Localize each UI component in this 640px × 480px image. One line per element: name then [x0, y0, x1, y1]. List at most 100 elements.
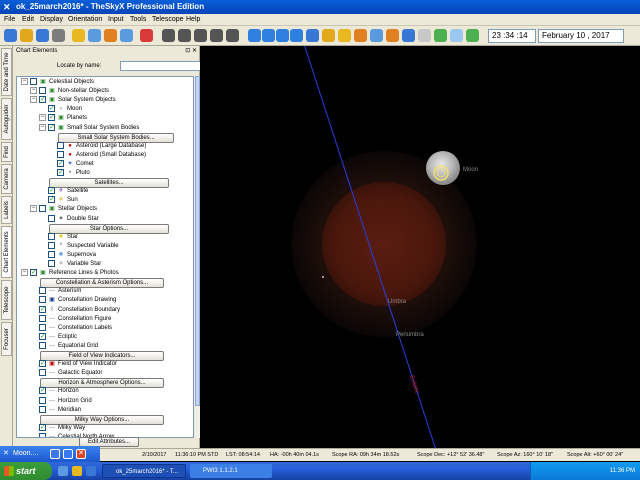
tree-item[interactable]: − ▣ Celestial Objects: [21, 78, 94, 87]
tree-item[interactable]: ✶ Double Star: [39, 214, 99, 224]
menu-file[interactable]: File: [4, 15, 15, 25]
expand-toggle-icon[interactable]: −: [21, 78, 28, 85]
visibility-checkbox[interactable]: [39, 287, 46, 295]
tree-item[interactable]: — Asterism: [30, 287, 81, 296]
moon-window-minimized[interactable]: ✕ Moon.... ✕: [0, 446, 100, 462]
tool-button[interactable]: [354, 29, 367, 42]
visibility-checkbox[interactable]: [30, 78, 37, 85]
menu-tools[interactable]: Tools: [130, 15, 146, 25]
tool-button[interactable]: [210, 29, 223, 42]
tab-autoguider[interactable]: Autoguider: [1, 98, 12, 140]
tree-item[interactable]: • Pluto: [48, 168, 90, 178]
tab-telescope[interactable]: Telescope: [1, 280, 12, 320]
visibility-checkbox[interactable]: [39, 432, 46, 437]
tool-button[interactable]: [370, 29, 383, 42]
tree-item[interactable]: ✈Satellite: [39, 186, 88, 196]
visibility-checkbox[interactable]: [57, 159, 64, 168]
menu-help[interactable]: Help: [186, 15, 200, 25]
tree-item[interactable]: —Milky Way: [30, 423, 85, 433]
tool-button[interactable]: [290, 29, 303, 42]
visibility-checkbox[interactable]: [39, 369, 46, 377]
start-button[interactable]: start: [0, 462, 52, 480]
visibility-checkbox[interactable]: [39, 87, 46, 95]
tool-button[interactable]: [140, 29, 153, 42]
taskbar-item-pwi3[interactable]: PWI3 1.1.2.1: [190, 464, 272, 478]
visibility-checkbox[interactable]: [48, 241, 55, 249]
visibility-checkbox[interactable]: [48, 104, 55, 113]
visibility-checkbox[interactable]: [39, 359, 46, 368]
date-field[interactable]: February 10 , 2017: [538, 29, 624, 43]
visibility-checkbox[interactable]: [57, 141, 64, 149]
tool-button[interactable]: [386, 29, 399, 42]
visibility-checkbox[interactable]: [39, 405, 46, 413]
tool-button[interactable]: [36, 29, 49, 42]
tool-button[interactable]: [88, 29, 101, 42]
pin-icon[interactable]: ⊡: [185, 48, 190, 54]
visibility-checkbox[interactable]: [48, 250, 55, 258]
visibility-checkbox[interactable]: [39, 95, 46, 104]
tree-item[interactable]: ✺ Supernova: [39, 250, 96, 260]
tool-button[interactable]: [402, 29, 415, 42]
visibility-checkbox[interactable]: [48, 260, 55, 267]
expand-toggle-icon[interactable]: −: [30, 96, 37, 104]
visibility-checkbox[interactable]: [48, 123, 55, 132]
tool-button[interactable]: [226, 29, 239, 42]
tool-button[interactable]: [322, 29, 335, 42]
tree-item[interactable]: —Ecliptic: [30, 332, 77, 342]
visibility-checkbox[interactable]: [39, 423, 46, 432]
tool-button[interactable]: [338, 29, 351, 42]
sky-canvas[interactable]: Moon Umbra Penumbra Ecliptic: [200, 46, 640, 448]
tree-item[interactable]: * Suspected Variable: [39, 241, 119, 251]
tree-item[interactable]: ★ Star: [39, 232, 78, 242]
tree-item[interactable]: — Meridian: [30, 405, 81, 415]
tool-button[interactable]: [4, 29, 17, 42]
expand-toggle-icon[interactable]: −: [30, 87, 37, 95]
restore-button[interactable]: [50, 449, 60, 459]
maximize-button[interactable]: [63, 449, 73, 459]
tree-item[interactable]: ✧ Variable Star: [39, 260, 101, 269]
tree-item[interactable]: — Galactic Equator: [30, 369, 102, 378]
visibility-checkbox[interactable]: [39, 386, 46, 395]
visibility-checkbox[interactable]: [39, 341, 46, 349]
tree-item[interactable]: — Constellation Figure: [30, 314, 111, 324]
visibility-checkbox[interactable]: [39, 323, 46, 331]
tool-button[interactable]: [276, 29, 289, 42]
tool-button[interactable]: [418, 29, 431, 42]
tool-button[interactable]: [248, 29, 261, 42]
tool-button[interactable]: [20, 29, 33, 42]
visibility-checkbox[interactable]: [39, 314, 46, 322]
sky-chart[interactable]: Moon Umbra Penumbra Ecliptic: [200, 46, 640, 448]
visibility-checkbox[interactable]: [48, 186, 55, 195]
tab-chart-elements[interactable]: Chart Elements: [1, 226, 12, 278]
menu-input[interactable]: Input: [108, 15, 124, 25]
tab-camera[interactable]: Camera: [1, 164, 12, 194]
time-field[interactable]: 23 :34 :14: [488, 29, 536, 43]
tool-button[interactable]: [306, 29, 319, 42]
tool-button[interactable]: [52, 29, 65, 42]
tool-button[interactable]: [104, 29, 117, 42]
visibility-checkbox[interactable]: [48, 113, 55, 122]
tool-button[interactable]: [72, 29, 85, 42]
visibility-checkbox[interactable]: [39, 396, 46, 404]
tab-focuser[interactable]: Focuser: [1, 322, 12, 356]
menu-display[interactable]: Display: [40, 15, 63, 25]
tab-labels[interactable]: Labels: [1, 196, 12, 224]
close-icon[interactable]: ✕: [192, 48, 197, 54]
tool-button[interactable]: [466, 29, 479, 42]
tool-button[interactable]: [178, 29, 191, 42]
tab-date-time[interactable]: Date and Time: [1, 48, 12, 96]
tool-button[interactable]: [194, 29, 207, 42]
tree-item[interactable]: − ▣Small Solar System Bodies: [39, 123, 139, 133]
expand-toggle-icon[interactable]: −: [39, 114, 46, 122]
visibility-checkbox[interactable]: [57, 168, 64, 177]
tree-item[interactable]: − ▣Planets: [39, 113, 87, 123]
visibility-checkbox[interactable]: [39, 332, 46, 341]
visibility-checkbox[interactable]: [48, 214, 55, 222]
visibility-checkbox[interactable]: [39, 305, 46, 314]
tree-item[interactable]: ▣Field of View Indicator: [30, 359, 117, 369]
tool-button[interactable]: [450, 29, 463, 42]
expand-toggle-icon[interactable]: −: [39, 123, 46, 131]
close-button[interactable]: ✕: [76, 449, 86, 459]
menu-edit[interactable]: Edit: [22, 15, 34, 25]
visibility-checkbox[interactable]: [57, 150, 64, 158]
